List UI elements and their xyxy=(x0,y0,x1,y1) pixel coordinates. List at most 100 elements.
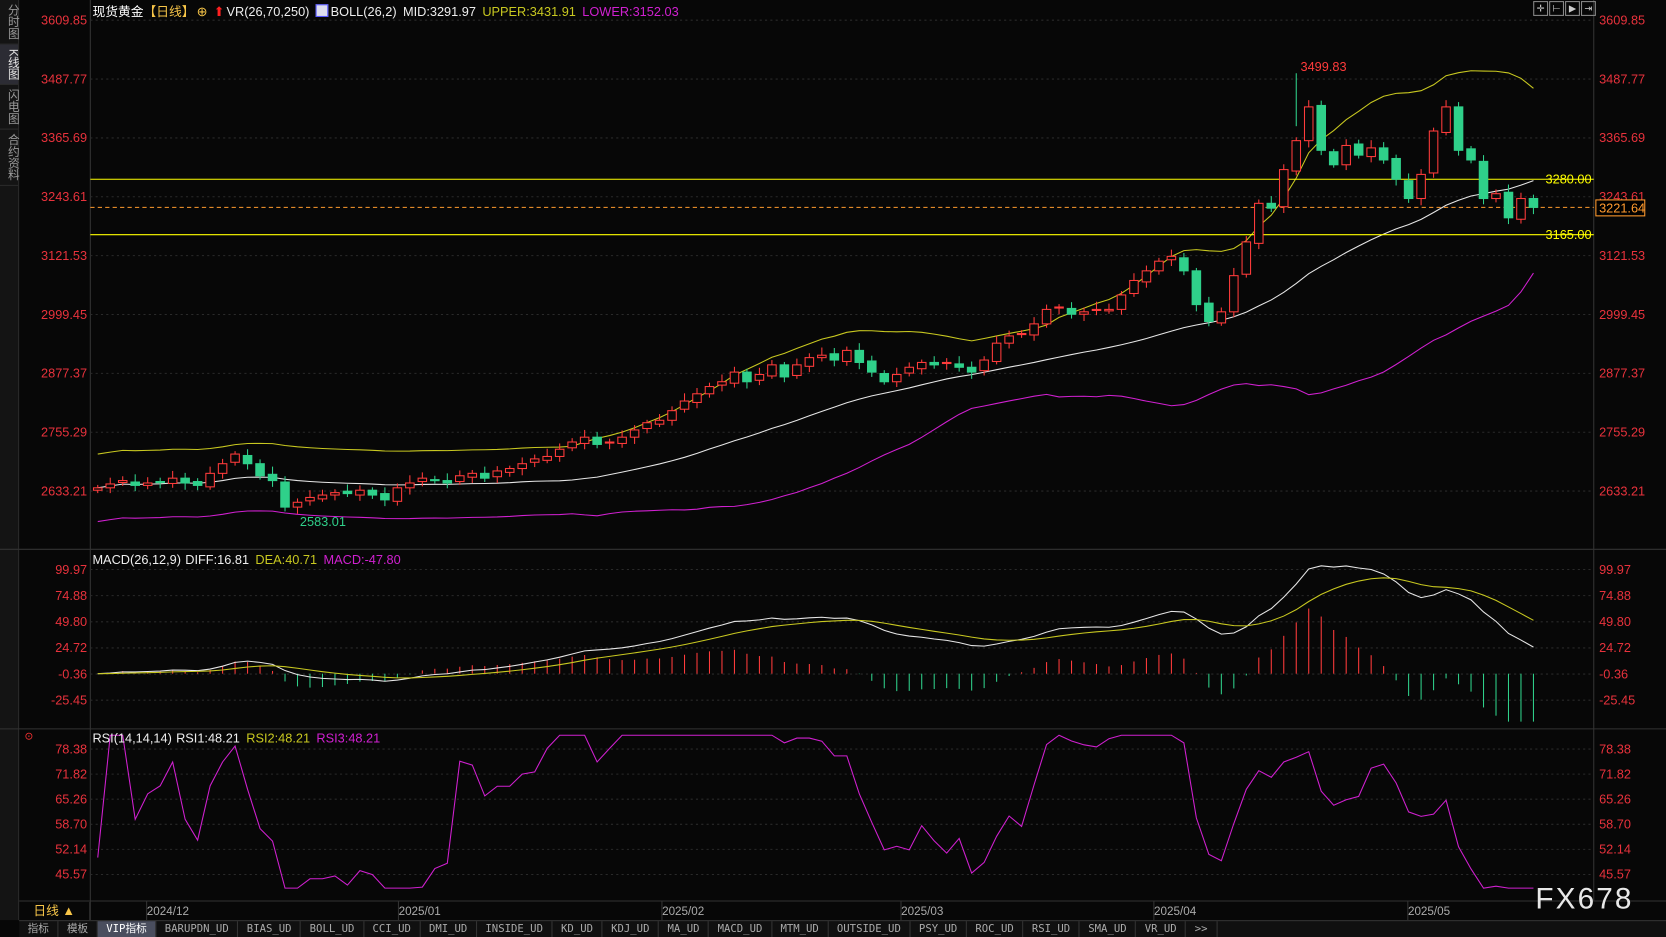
play-icon[interactable]: ▶ xyxy=(1565,1,1580,16)
candle-body xyxy=(692,393,702,404)
indicator-tab[interactable]: KD_UD xyxy=(553,921,603,937)
rsi-tick-right: 45.57 xyxy=(1599,867,1631,882)
candle-body xyxy=(142,482,153,486)
indicator-tab[interactable]: ROC_UD xyxy=(967,921,1024,937)
candle-body xyxy=(1466,148,1476,161)
price-tick-right: 3487.77 xyxy=(1599,71,1645,86)
price-tick-left: 3609.85 xyxy=(41,12,87,27)
level-label: 3280.00 xyxy=(1546,171,1592,186)
macd-tick-right: 24.72 xyxy=(1599,640,1631,655)
candle-body xyxy=(492,470,503,478)
indicator-tab[interactable]: 指标 xyxy=(19,921,59,937)
candle-body xyxy=(742,371,752,383)
rsi3-value: RSI3:48.21 xyxy=(316,731,381,746)
candle-body xyxy=(105,483,116,489)
indicator-tab[interactable]: CCI_UD xyxy=(364,921,421,937)
candle-body xyxy=(130,481,140,486)
indicator-tab[interactable]: 模板 xyxy=(58,921,98,937)
high-price-label: 3499.83 xyxy=(1301,59,1347,74)
indicator-tab[interactable]: DMI_UD xyxy=(420,921,477,937)
candle-body xyxy=(217,463,228,474)
candle-body xyxy=(1104,308,1114,312)
period-tag: 【日线】 xyxy=(143,4,195,20)
candle-body xyxy=(842,349,852,363)
indicator-tab[interactable]: VR_UD xyxy=(1136,921,1187,937)
crosshair-icon[interactable]: ⊕ xyxy=(197,4,208,19)
candle-body xyxy=(167,477,178,485)
candle-body xyxy=(979,359,989,372)
indicator-tab[interactable]: BOLL_UD xyxy=(301,921,365,937)
candle-body xyxy=(192,481,203,486)
candle-body xyxy=(542,455,552,461)
candle-body xyxy=(779,364,790,378)
indicator-tab[interactable]: BARUPDN_UD xyxy=(156,921,239,937)
candle-body xyxy=(504,467,515,473)
candle-body xyxy=(604,441,615,444)
indicator-tab[interactable]: BIAS_UD xyxy=(238,921,302,937)
price-chart[interactable]: 3609.85 3609.85 3487.77 3487.77 3365.69 3365.… xyxy=(0,0,1666,921)
candle-body xyxy=(679,400,690,410)
x-tick-label: 2025/01 xyxy=(399,905,441,918)
rsi-tick-left: 78.38 xyxy=(55,741,87,756)
zoom-start-icon[interactable]: ⊢ xyxy=(1549,1,1564,16)
indicator-tabs: 指标 模板 VIP指标 BARUPDN_UD BIAS_UD BOLL_UD CCI_UD D… xyxy=(19,920,1666,937)
indicator-tab[interactable]: >> xyxy=(1186,921,1218,937)
indicator-tab[interactable]: MACD_UD xyxy=(709,921,772,937)
candle-body xyxy=(1353,143,1364,156)
indicator-tab[interactable]: KDJ_UD xyxy=(603,921,660,937)
price-tick-left: 3365.69 xyxy=(41,130,87,145)
candle-body xyxy=(904,366,915,374)
candle-body xyxy=(380,493,390,501)
candle-body xyxy=(804,357,815,367)
indicator-settings-icon[interactable]: ⊙ xyxy=(24,731,33,743)
candle-body xyxy=(929,361,939,366)
period-selector[interactable]: 日线 ▲ xyxy=(19,902,91,921)
price-tick-left: 3121.53 xyxy=(41,248,87,263)
candle-body xyxy=(1328,151,1339,166)
chart-window: 分时图 K线图 闪电图 合约资料 3609.85 3609.85 3487.77 34… xyxy=(0,0,1666,937)
indicator-tab[interactable]: SMA_UD xyxy=(1080,921,1137,937)
candle-body xyxy=(355,489,365,496)
candle-body xyxy=(729,371,740,384)
x-tick-label: 2025/05 xyxy=(1408,905,1450,918)
zoom-end-icon[interactable]: ⇥ xyxy=(1581,1,1596,16)
macd-label: MACD(26,12,9) xyxy=(92,552,182,568)
macd-tick-right: 74.88 xyxy=(1599,588,1631,603)
candle-body xyxy=(1229,275,1239,313)
candle-body xyxy=(205,472,215,488)
x-tick-label: 2025/03 xyxy=(901,905,943,918)
candle-body xyxy=(1066,307,1077,315)
macd-header: MACD(26,12,9) DIFF:16.81 DEA:40.71 MACD:-47… xyxy=(92,553,407,568)
candle-body xyxy=(1516,197,1526,220)
boll-upper: UPPER:3431.91 xyxy=(482,4,576,20)
candle-body xyxy=(1241,241,1252,275)
boll-lower: LOWER:3152.03 xyxy=(582,4,679,20)
indicator-tab[interactable]: RSI_UD xyxy=(1023,921,1080,937)
indicator-tab[interactable]: PSY_UD xyxy=(910,921,967,937)
candle-body xyxy=(155,481,165,484)
price-tick-left: 2877.37 xyxy=(41,366,87,381)
indicator-tab[interactable]: OUTSIDE_UD xyxy=(828,921,911,937)
candle-body xyxy=(642,422,652,430)
price-tick-left: 2633.21 xyxy=(41,483,87,498)
candle-body xyxy=(817,354,827,359)
candle-body xyxy=(1478,160,1489,200)
indicator-tab[interactable]: MTM_UD xyxy=(772,921,829,937)
price-tick-left: 3487.77 xyxy=(41,71,87,86)
instrument-name: 现货黄金 xyxy=(92,4,144,20)
candle-body xyxy=(567,441,577,449)
rsi-tick-left: 71.82 xyxy=(55,766,87,781)
candle-body xyxy=(430,479,440,482)
price-tick-left: 2755.29 xyxy=(41,424,87,439)
indicator-tab[interactable]: VIP指标 xyxy=(97,921,157,937)
candle-body xyxy=(280,481,290,508)
candle-body xyxy=(1441,106,1451,133)
candle-body xyxy=(1029,323,1039,336)
indicator-tab[interactable]: MA_UD xyxy=(659,921,710,937)
candle-body xyxy=(767,364,777,377)
crosshair-tool-icon[interactable]: ✛ xyxy=(1533,1,1549,16)
candle-body xyxy=(330,492,340,496)
indicator-tab[interactable]: INSIDE_UD xyxy=(477,921,553,937)
candle-body xyxy=(1341,144,1351,166)
rsi-label: RSI(14,14,14) xyxy=(92,731,172,746)
